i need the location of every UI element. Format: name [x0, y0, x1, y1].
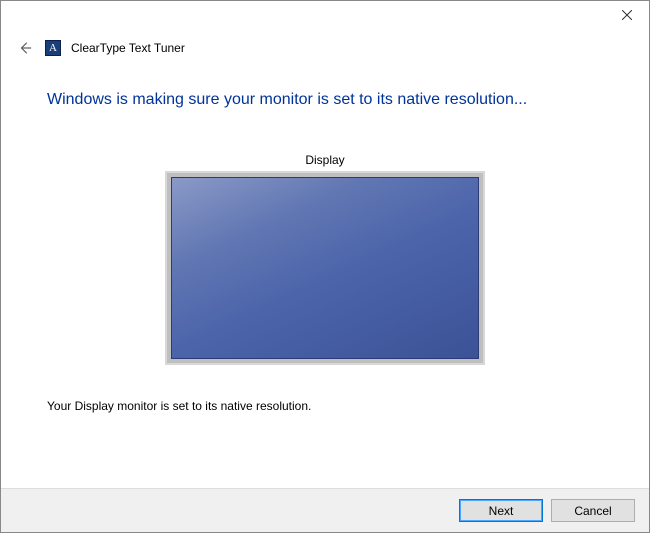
close-icon: [622, 10, 632, 20]
monitor-screen: [171, 177, 479, 359]
app-icon: A: [45, 40, 61, 56]
cancel-button[interactable]: Cancel: [551, 499, 635, 522]
back-button[interactable]: [15, 38, 35, 58]
monitor-preview: Display: [47, 153, 603, 365]
monitor-label: Display: [47, 153, 603, 167]
footer-bar: Next Cancel: [1, 488, 649, 532]
back-arrow-icon: [18, 41, 32, 55]
window-title: ClearType Text Tuner: [71, 41, 185, 55]
app-icon-glyph: A: [49, 43, 57, 54]
page-heading: Windows is making sure your monitor is s…: [47, 91, 603, 109]
monitor-frame: [165, 171, 485, 365]
content-area: Windows is making sure your monitor is s…: [47, 79, 603, 478]
next-button[interactable]: Next: [459, 499, 543, 522]
close-button[interactable]: [604, 1, 649, 29]
titlebar: [1, 1, 649, 29]
status-text: Your Display monitor is set to its nativ…: [47, 399, 603, 413]
header-bar: A ClearType Text Tuner: [15, 35, 635, 61]
